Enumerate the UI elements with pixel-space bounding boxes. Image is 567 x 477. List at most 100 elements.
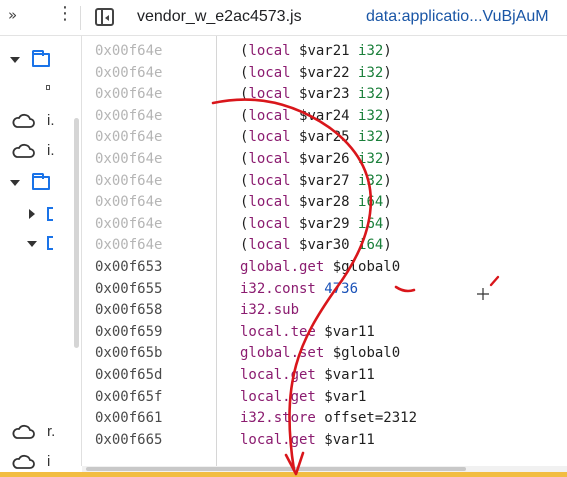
instruction: local.get $var11 [240,367,375,383]
code-token: local [248,129,291,146]
toolbar: » ⋮ vendor_w_e2ac4573.js data:applicatio… [0,0,567,36]
line-address: 0x00f665 [95,431,163,448]
line-address: 0x00f64e [95,151,163,167]
code-token: local [248,194,291,211]
tab-vendor-file[interactable]: vendor_w_e2ac4573.js [137,8,302,26]
nav-item-label[interactable]: r. [47,423,55,440]
expand-arrow-icon[interactable] [10,57,20,63]
nav-item-label[interactable]: i [47,453,50,470]
line-address: 0x00f64e [95,215,163,232]
code-token: 4736 [324,280,359,297]
line-address: 0x00f64e [95,86,163,103]
line-address: 0x00f64e [95,107,163,124]
code-token: local.tee [240,323,316,340]
navigator-scrollbar[interactable] [74,118,79,348]
code-token: ) [383,151,392,167]
horizontal-scrollbar-thumb[interactable] [86,467,466,471]
instruction: (local $var28 i64) [240,194,392,210]
code-token: local.get [240,367,316,383]
instruction: (local $var22 i32) [240,65,392,81]
code-token: $var25 [290,129,359,146]
code-token: ) [383,129,392,146]
instruction: local.get $var1 [240,389,366,405]
instruction: (local $var29 i64) [240,216,392,232]
code-token: $var11 [315,323,375,340]
instruction: (local $var21 i32) [240,43,392,59]
instruction: i32.const 4736 [240,281,358,297]
folder-icon[interactable] [32,173,50,190]
line-address: 0x00f659 [95,323,163,340]
instruction: i32.sub [240,302,299,318]
code-token: ) [383,86,392,103]
cloud-icon[interactable] [11,424,35,440]
sidebar-toggle-icon[interactable] [95,8,114,26]
line-address: 0x00f653 [95,259,163,275]
code-token: local [248,107,291,124]
code-token: $var11 [315,367,375,383]
code-token: $var24 [290,107,359,124]
code-token: local [248,151,291,167]
line-address: 0x00f65b [95,345,163,362]
code-token: ) [383,43,392,59]
code-token: ) [383,237,392,254]
cloud-icon[interactable] [11,143,35,159]
code-token: global.get [240,259,325,275]
code-token: i32 [358,129,384,146]
cloud-icon[interactable] [11,454,35,470]
instruction: (local $var30 i64) [240,237,392,253]
expand-arrow-icon[interactable] [27,241,37,247]
code-token: $var1 [315,388,367,405]
nav-item-label[interactable]: i. [47,112,55,129]
code-editor[interactable]: 0x00f64e (local $var21 i32) 0x00f64e (local… [82,36,567,466]
code-token: $var29 [290,215,359,232]
code-token: local [248,215,291,232]
line-address: 0x00f64e [95,43,163,59]
line-address: 0x00f65f [95,388,163,405]
code-token: ) [383,107,392,124]
cloud-icon[interactable] [11,113,35,129]
code-token: i32 [358,107,384,124]
code-token: i32 [358,43,384,59]
instruction: (local $var26 i32) [240,151,392,167]
status-bar [0,472,567,477]
folder-icon[interactable] [32,50,50,67]
code-token: $var27 [290,172,359,189]
line-address: 0x00f64e [95,172,163,189]
expand-arrow-icon[interactable] [10,180,20,186]
code-token: ) [383,215,392,232]
nav-item-label[interactable]: i. [47,142,55,159]
menu-icon[interactable]: ⋮ [56,5,74,23]
code-token: local [248,43,291,59]
code-token: ) [383,172,392,189]
instruction: global.set $global0 [240,345,400,361]
line-address: 0x00f65d [95,367,163,383]
tab-data-url[interactable]: data:applicatio...VuBjAuM [366,8,567,26]
file-icon[interactable] [46,85,50,90]
code-token: local [248,172,291,189]
toolbar-divider [80,6,81,30]
code-token: i32 [358,151,384,167]
more-panels-icon[interactable]: » [8,6,17,24]
collapse-arrow-icon[interactable] [29,209,35,219]
code-token: $var23 [290,86,359,103]
instruction: (local $var24 i32) [240,108,392,124]
instruction: local.get $var11 [240,432,375,448]
code-token: local [248,237,291,254]
instruction: i32.store offset=2312 [240,410,417,426]
code-token: $var30 [290,237,359,254]
code-token: i32 [358,86,384,103]
code-token: ) [383,194,392,211]
instruction: (local $var25 i32) [240,129,392,145]
folder-icon[interactable] [47,207,53,221]
instruction: (local $var23 i32) [240,86,392,102]
code-token: i64 [358,194,384,211]
code-token: $var22 [290,64,359,81]
code-token: global.set [240,345,325,362]
line-address: 0x00f661 [95,410,163,427]
code-token: local.get [240,388,316,405]
file-navigator: i. i. r. i [0,36,82,470]
folder-icon[interactable] [47,236,53,250]
instruction: (local $var27 i32) [240,173,392,189]
line-address: 0x00f64e [95,129,163,146]
code-token: local [248,86,291,103]
